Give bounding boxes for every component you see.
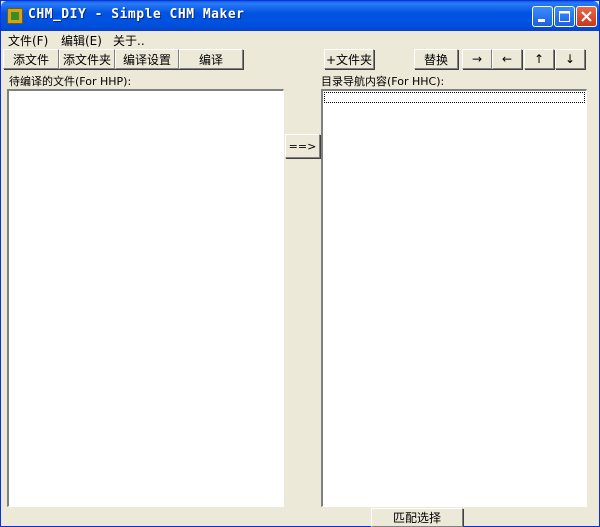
- minimize-icon: [538, 19, 545, 22]
- app-icon: [7, 8, 23, 24]
- close-icon: [581, 11, 592, 22]
- main-window: CHM_DIY - Simple CHM Maker 文件(F) 编辑(E) 关…: [0, 0, 600, 527]
- menu-edit[interactable]: 编辑(E): [61, 32, 102, 49]
- menu-about[interactable]: 关于..: [113, 32, 145, 49]
- add-folder-node-button[interactable]: +文件夹: [324, 49, 374, 69]
- maximize-icon: [559, 11, 570, 22]
- close-button[interactable]: [576, 6, 597, 27]
- compile-button[interactable]: 编译: [179, 49, 243, 69]
- compile-settings-button[interactable]: 编译设置: [115, 49, 179, 69]
- move-up-button[interactable]: ↑: [524, 49, 554, 69]
- minimize-button[interactable]: [532, 6, 553, 27]
- add-folder-button[interactable]: 添文件夹: [59, 49, 115, 69]
- title-bar[interactable]: CHM_DIY - Simple CHM Maker: [1, 1, 599, 31]
- menu-bar: 文件(F) 编辑(E) 关于..: [2, 31, 599, 48]
- menu-file[interactable]: 文件(F): [8, 32, 48, 49]
- tree-selected-item[interactable]: [324, 92, 585, 103]
- transfer-button[interactable]: ==>: [285, 134, 320, 158]
- move-right-button[interactable]: →: [462, 49, 492, 69]
- hhc-toc-tree[interactable]: [321, 89, 587, 507]
- match-selection-button[interactable]: 匹配选择: [371, 508, 463, 527]
- move-down-button[interactable]: ↓: [555, 49, 585, 69]
- replace-button[interactable]: 替换: [414, 49, 458, 69]
- add-file-button[interactable]: 添文件: [3, 49, 59, 69]
- hhp-label: 待编译的文件(For HHP):: [9, 75, 132, 88]
- maximize-button[interactable]: [554, 6, 575, 27]
- window-title: CHM_DIY - Simple CHM Maker: [28, 7, 245, 22]
- move-left-button[interactable]: ←: [492, 49, 522, 69]
- hhc-label: 目录导航内容(For HHC):: [321, 75, 445, 88]
- hhp-file-list[interactable]: [7, 89, 284, 507]
